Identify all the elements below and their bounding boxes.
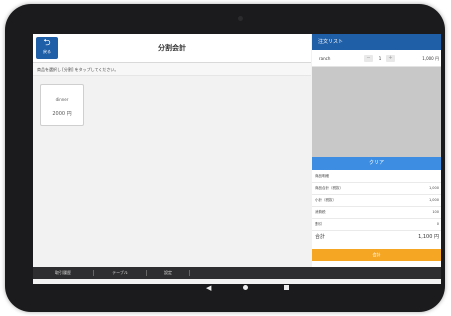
tablet-frame: ⮌ 戻る 分割会計 商品を選択し [分割] をタップしてください。 dinner… bbox=[0, 0, 451, 316]
summary-row: 商品合計（税抜） 1,000 bbox=[312, 183, 441, 195]
summary-panel: 商品明細 商品合計（税抜） 1,000 小計（税抜） 1,000 消費税 100… bbox=[312, 171, 441, 249]
summary-label: 商品合計（税抜） bbox=[315, 186, 343, 190]
app-screen: ⮌ 戻る 分割会計 商品を選択し [分割] をタップしてください。 dinner… bbox=[33, 34, 441, 284]
system-home-icon[interactable] bbox=[243, 285, 248, 290]
order-list-header: 注文リスト bbox=[312, 34, 441, 50]
nav-divider bbox=[189, 270, 190, 276]
camera-icon bbox=[238, 16, 243, 21]
menu-item-name: dinner bbox=[55, 97, 69, 102]
nav-item-table[interactable]: テーブル bbox=[94, 267, 146, 279]
instruction-text: 商品を選択し [分割] をタップしてください。 bbox=[33, 63, 311, 76]
order-item-price: 1,000 円 bbox=[422, 56, 439, 61]
summary-label: 消費税 bbox=[315, 210, 326, 214]
order-item-name: ranch bbox=[319, 56, 331, 61]
order-panel: 注文リスト ranch − 1 + 1,000 円 クリア 商品明細 商品合計（… bbox=[312, 34, 441, 267]
nav-item-history[interactable]: 取引履歴 bbox=[33, 267, 93, 279]
summary-value: 1,000 bbox=[428, 186, 439, 190]
qty-value: 1 bbox=[378, 56, 382, 61]
summary-value: 1,000 bbox=[428, 198, 439, 202]
summary-value: 100 bbox=[432, 210, 439, 214]
summary-row: 商品明細 bbox=[312, 171, 441, 183]
order-row[interactable]: ranch − 1 + 1,000 円 bbox=[312, 51, 441, 67]
checkout-button[interactable]: 会計 bbox=[312, 249, 441, 261]
page-title: 分割会計 bbox=[158, 44, 186, 52]
qty-minus-button[interactable]: − bbox=[364, 55, 373, 62]
system-back-icon[interactable]: ◀ bbox=[206, 284, 211, 292]
summary-row: 小計（税抜） 1,000 bbox=[312, 195, 441, 207]
summary-value: 0 bbox=[436, 222, 439, 226]
total-label: 合計 bbox=[315, 234, 326, 240]
summary-label: 商品明細 bbox=[315, 174, 329, 178]
nav-item-settings[interactable]: 設定 bbox=[147, 267, 189, 279]
summary-label: 割引 bbox=[315, 222, 322, 226]
top-bar: ⮌ 戻る 分割会計 bbox=[33, 34, 311, 63]
summary-row: 消費税 100 bbox=[312, 207, 441, 219]
total-row: 合計 1,100 円 bbox=[312, 231, 441, 245]
total-value: 1,100 円 bbox=[418, 234, 439, 240]
bottom-nav: 取引履歴 テーブル 設定 bbox=[33, 267, 441, 279]
summary-row: 割引 0 bbox=[312, 219, 441, 231]
clear-button[interactable]: クリア bbox=[312, 157, 441, 170]
summary-label: 小計（税抜） bbox=[315, 198, 336, 202]
menu-item-price: 2000 円 bbox=[52, 111, 72, 117]
qty-plus-button[interactable]: + bbox=[386, 55, 395, 62]
order-list-area bbox=[312, 67, 441, 157]
system-recents-icon[interactable] bbox=[284, 285, 289, 290]
menu-item-card[interactable]: dinner 2000 円 bbox=[40, 84, 84, 126]
